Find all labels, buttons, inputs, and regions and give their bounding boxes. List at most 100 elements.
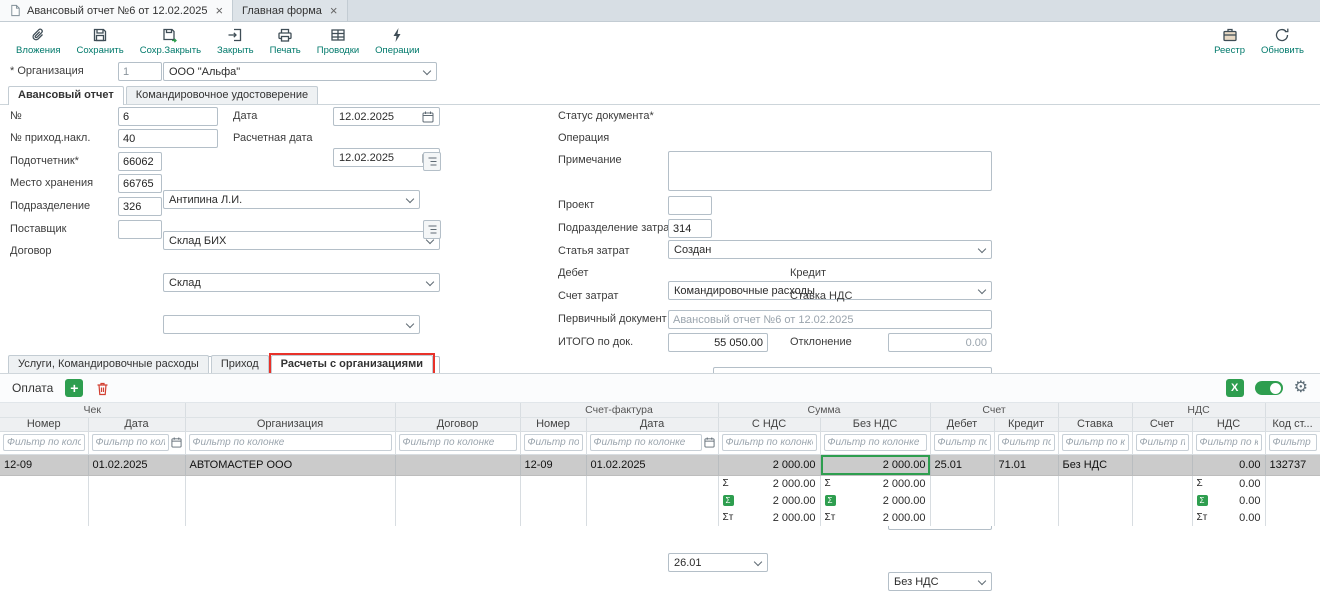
grid-data-row-selected[interactable]: 12-09 01.02.2025 АВТОМАСТЕР ООО 12-09 01… [0,454,1320,475]
column-header-rate[interactable]: Ставка [1058,417,1132,431]
cost-department-code-input[interactable] [668,219,712,238]
accountable-code-input[interactable] [118,152,162,171]
column-header-contract[interactable]: Договор [395,417,520,431]
filter-vat-input[interactable] [1196,434,1262,451]
window-tab-bar: Авансовый отчет №6 от 12.02.2025 × Главн… [0,0,1320,22]
column-header-cost-code[interactable]: Код ст... [1265,417,1320,431]
total-without-vat: 2 000.00 [883,495,926,507]
filter-cost-code-input[interactable] [1269,434,1317,451]
cell-rate[interactable]: Без НДС [1058,454,1132,475]
total-without-vat: 2 000.00 [883,512,926,524]
tab-income[interactable]: Приход [211,355,269,373]
column-header-credit[interactable]: Кредит [994,417,1058,431]
cell-invoice-number[interactable]: 12-09 [520,454,586,475]
window-tab-advance-report[interactable]: Авансовый отчет №6 от 12.02.2025 × [0,0,233,21]
filter-credit-input[interactable] [998,434,1055,451]
total-input[interactable] [668,333,768,352]
filter-invoice-number-input[interactable] [524,434,583,451]
cell-contract[interactable] [395,454,520,475]
cell-organization[interactable]: АВТОМАСТЕР ООО [185,454,395,475]
status-select[interactable]: Создан [668,240,992,259]
toolbar-button-label: Сохр.Закрыть [140,45,201,56]
group-header-check: Чек [0,403,185,417]
cell-check-date[interactable]: 01.02.2025 [88,454,185,475]
column-header-vat-account[interactable]: Счет [1132,417,1192,431]
cell-vat[interactable]: 0.00 [1192,454,1265,475]
tab-label: Приход [221,358,259,370]
column-header-organization[interactable]: Организация [185,417,395,431]
cell-cost-code[interactable]: 132737 [1265,454,1320,475]
refresh-button[interactable]: Обновить [1253,24,1312,56]
filter-contract-input[interactable] [399,434,517,451]
add-row-button[interactable]: + [65,379,83,397]
column-header-invoice-date[interactable]: Дата [586,417,718,431]
organization-code-input[interactable] [118,62,162,81]
cost-account-select[interactable]: 26.01 [668,553,768,572]
column-header-without-vat[interactable]: Без НДС [820,417,930,431]
filter-debit-input[interactable] [934,434,991,451]
department-value: Склад [169,277,201,289]
column-header-with-vat[interactable]: С НДС [718,417,820,431]
grid-total-row-sum: Σ2 000.00 Σ2 000.00 Σ0.00 [0,475,1320,492]
filter-invoice-date-input[interactable] [590,434,702,451]
cell-check-number[interactable]: 12-09 [0,454,88,475]
cell-credit[interactable]: 71.01 [994,454,1058,475]
filter-with-vat-input[interactable] [722,434,817,451]
cell-without-vat-focused[interactable]: 2 000.00 [820,454,930,475]
cell-debit[interactable]: 25.01 [930,454,994,475]
registry-button[interactable]: Реестр [1206,24,1253,56]
tab-advance-report[interactable]: Авансовый отчет [8,86,124,105]
postings-button[interactable]: Проводки [309,24,367,56]
filter-check-date-input[interactable] [92,434,169,451]
window-tab-main-form[interactable]: Главная форма × [233,0,347,21]
filter-rate-input[interactable] [1062,434,1129,451]
column-header-check-date[interactable]: Дата [88,417,185,431]
supplier-code-input[interactable] [118,220,162,239]
gear-icon[interactable]: ⚙ [1294,380,1308,396]
filter-check-number-input[interactable] [3,434,85,451]
project-code-input[interactable] [668,196,712,215]
filter-toggle[interactable] [1255,381,1283,395]
filter-vat-account-input[interactable] [1136,434,1189,451]
delete-row-button[interactable] [93,379,111,397]
print-button[interactable]: Печать [262,24,309,56]
vat-rate-select[interactable]: Без НДС [888,572,992,591]
column-header-check-number[interactable]: Номер [0,417,88,431]
accountable-hierarchy-button[interactable] [423,152,441,171]
cell-invoice-date[interactable]: 01.02.2025 [586,454,718,475]
note-textarea[interactable] [668,151,992,191]
tab-travel-certificate[interactable]: Командировочное удостоверение [126,86,318,104]
close-tab-icon[interactable]: × [215,4,223,17]
filter-organization-input[interactable] [189,434,392,451]
close-tab-icon[interactable]: × [330,4,338,17]
toolbar-button-label: Проводки [317,45,359,56]
tab-settlements-with-organizations[interactable]: Расчеты с организациями [271,355,433,374]
column-header-invoice-number[interactable]: Номер [520,417,586,431]
storage-select[interactable]: Склад БИХ [163,231,440,250]
supplier-hierarchy-button[interactable] [423,220,441,239]
department-select[interactable]: Склад [163,273,440,292]
close-button[interactable]: Закрыть [209,24,262,56]
payment-toolbar-right: X ⚙ [1226,379,1308,397]
export-excel-button[interactable]: X [1226,379,1244,397]
cell-with-vat[interactable]: 2 000.00 [718,454,820,475]
department-code-input[interactable] [118,197,162,216]
save-button[interactable]: Сохранить [69,24,132,56]
income-invoice-input[interactable] [118,129,218,148]
date-input[interactable]: 12.02.2025 [333,107,440,126]
filter-without-vat-input[interactable] [824,434,927,451]
save-close-button[interactable]: Сохр.Закрыть [132,24,209,56]
total-with-vat: 2 000.00 [773,495,816,507]
organization-select[interactable]: ООО "Альфа" [163,62,437,81]
number-input[interactable] [118,107,218,126]
supplier-select[interactable] [163,315,420,334]
attachments-button[interactable]: Вложения [8,24,69,56]
supplier-label: Поставщик [10,220,66,239]
column-header-vat[interactable]: НДС [1192,417,1265,431]
column-header-debit[interactable]: Дебет [930,417,994,431]
storage-code-input[interactable] [118,174,162,193]
tab-services-travel-expenses[interactable]: Услуги, Командировочные расходы [8,355,209,373]
cell-vat-account[interactable] [1132,454,1192,475]
accountable-select[interactable]: Антипина Л.И. [163,190,420,209]
operations-button[interactable]: Операции [367,24,427,56]
